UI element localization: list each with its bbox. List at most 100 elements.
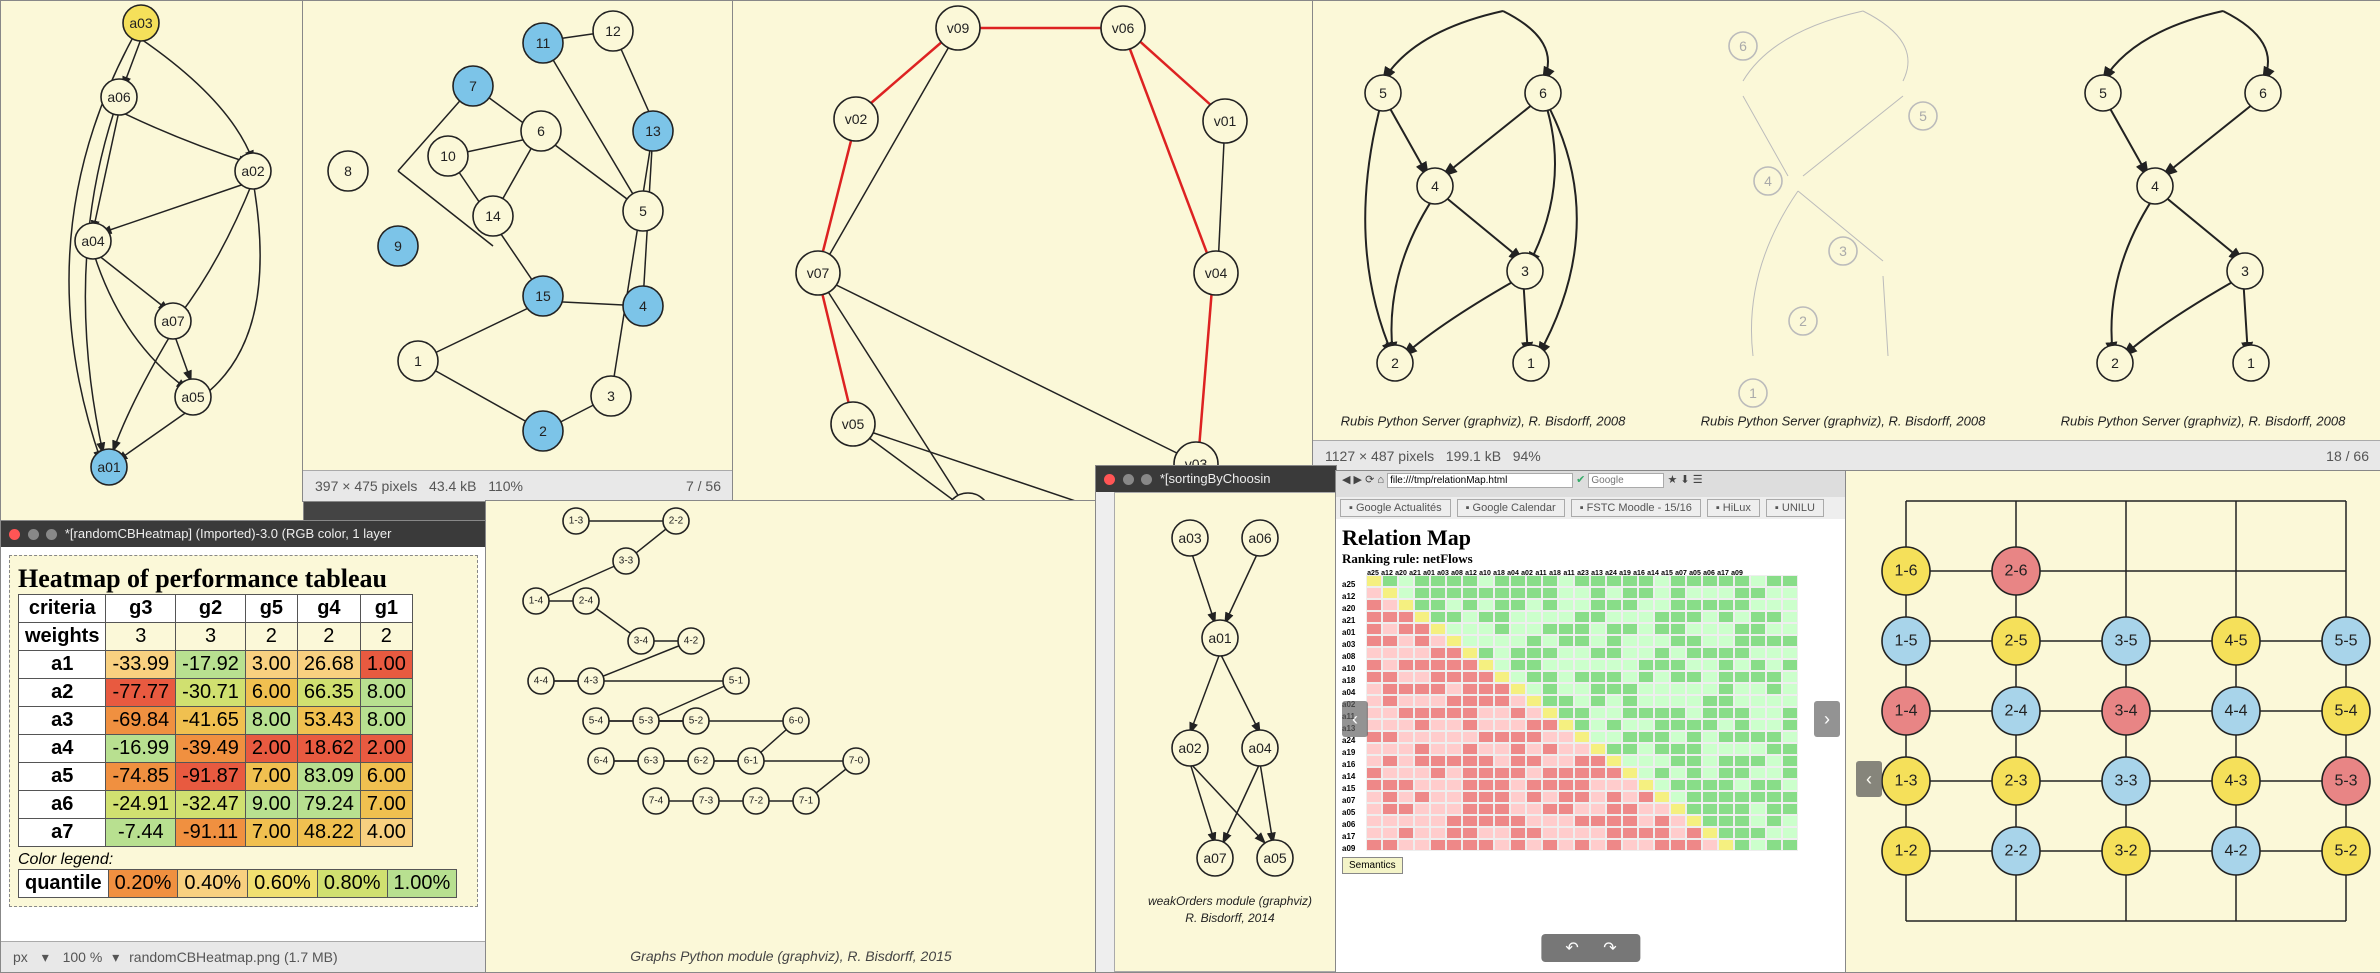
- status-size: 43.4 kB: [429, 478, 476, 494]
- svg-text:4-3: 4-3: [2224, 773, 2247, 790]
- svg-text:v07: v07: [807, 265, 830, 281]
- svg-text:a06: a06: [1248, 530, 1272, 546]
- svg-text:a07: a07: [1203, 850, 1227, 866]
- heatmap-title: Heatmap of performance tableau: [18, 564, 469, 594]
- svg-text:1: 1: [2247, 355, 2255, 371]
- svg-text:weakOrders module (graphviz): weakOrders module (graphviz): [1148, 894, 1312, 908]
- svg-text:6: 6: [1539, 85, 1547, 101]
- window-titlebar[interactable]: *[sortingByChoosin: [1096, 466, 1336, 492]
- panel-browser: ◀ ▶ ⟳ ⌂ ✔ ★ ⬇ ☰ ▪ Google Actualités▪ Goo…: [1335, 470, 1847, 973]
- svg-text:v01: v01: [1214, 113, 1237, 129]
- reload-icon[interactable]: ⟳: [1365, 474, 1374, 486]
- svg-text:a03: a03: [129, 15, 153, 31]
- search-input[interactable]: [1588, 473, 1664, 488]
- svg-text:4-2: 4-2: [2224, 843, 2247, 860]
- svg-text:2: 2: [1391, 355, 1399, 371]
- panel-color-graph: 1-21-31-41-51-62-22-32-42-52-63-23-33-43…: [1845, 470, 2380, 973]
- svg-text:2-4: 2-4: [579, 596, 594, 607]
- gimp-status: px ▾ 100 % ▾ randomCBHeatmap.png (1.7 MB…: [1, 941, 486, 972]
- svg-text:4: 4: [2151, 178, 2159, 194]
- svg-text:11: 11: [536, 35, 551, 51]
- svg-text:7: 7: [469, 78, 477, 94]
- svg-text:5-3: 5-3: [2334, 773, 2357, 790]
- bookmark-item[interactable]: ▪ Google Calendar: [1457, 499, 1565, 517]
- svg-text:2-6: 2-6: [2004, 563, 2027, 580]
- minimize-icon[interactable]: [28, 529, 39, 540]
- svg-text:v02: v02: [845, 111, 868, 127]
- svg-text:v06: v06: [1112, 20, 1135, 36]
- next-arrow[interactable]: ›: [1814, 701, 1840, 737]
- browser-toolbar[interactable]: ◀ ▶ ⟳ ⌂ ✔ ★ ⬇ ☰: [1336, 471, 1846, 497]
- svg-text:R. Bisdorff, 2014: R. Bisdorff, 2014: [1185, 911, 1275, 925]
- svg-text:a05: a05: [181, 389, 205, 405]
- url-input[interactable]: [1387, 473, 1573, 488]
- svg-text:5-3: 5-3: [639, 716, 654, 727]
- svg-text:a05: a05: [1263, 850, 1287, 866]
- back-icon[interactable]: ◀: [1342, 474, 1350, 486]
- bookmark-bar[interactable]: ▪ Google Actualités ▪ Google Calendar ▪ FS…: [1336, 497, 1846, 519]
- svg-text:1-3: 1-3: [1894, 773, 1917, 790]
- svg-text:a02: a02: [1178, 740, 1202, 756]
- minimize-icon[interactable]: [1123, 474, 1134, 485]
- maximize-icon[interactable]: [46, 529, 57, 540]
- close-icon[interactable]: [1104, 474, 1115, 485]
- svg-text:3-5: 3-5: [2114, 633, 2137, 650]
- ruler: [1096, 492, 1115, 972]
- svg-text:2-4: 2-4: [2004, 703, 2027, 720]
- svg-text:1: 1: [414, 353, 422, 369]
- menu-icon[interactable]: ☰: [1693, 474, 1703, 486]
- bookmark-item[interactable]: ▪ Google Actualités: [1340, 499, 1451, 517]
- prev-arrow[interactable]: ‹: [1856, 761, 1882, 797]
- panel-outranking-graph: a03 a06 a02 a04 a07 a05 a01: [0, 0, 304, 522]
- legend-label: Color legend:: [18, 851, 469, 869]
- bookmark-icon[interactable]: ★: [1667, 474, 1677, 486]
- svg-text:7-2: 7-2: [749, 796, 764, 807]
- rotate-left-icon[interactable]: ↶: [1565, 940, 1578, 957]
- svg-text:1-6: 1-6: [1894, 563, 1917, 580]
- svg-text:6-4: 6-4: [594, 756, 609, 767]
- maximize-icon[interactable]: [1141, 474, 1152, 485]
- svg-text:2: 2: [2111, 355, 2119, 371]
- relation-map-subtitle: Ranking rule: netFlows: [1342, 551, 1840, 567]
- bottom-nav[interactable]: ↶ ↷: [1541, 934, 1640, 962]
- quantile-legend: quantile0.20%0.40%0.60%0.80%1.00%: [18, 869, 457, 898]
- forward-icon[interactable]: ▶: [1354, 474, 1362, 486]
- svg-text:2: 2: [539, 423, 547, 439]
- svg-text:14: 14: [485, 208, 501, 224]
- heatmap-table: criteriag3g2g5g4g1weights33222a1-33.99-1…: [18, 594, 413, 847]
- rotate-right-icon[interactable]: ↷: [1603, 940, 1616, 957]
- svg-text:5-1: 5-1: [729, 676, 744, 687]
- svg-text:9: 9: [394, 238, 402, 254]
- panel-number-graph: 12 11 7 13 6 10 8 5 14 9 15 4 1 3 2 397 …: [302, 0, 734, 502]
- svg-text:7-0: 7-0: [849, 756, 864, 767]
- svg-text:4: 4: [639, 298, 647, 314]
- svg-text:a02: a02: [241, 163, 265, 179]
- window-titlebar[interactable]: *[randomCBHeatmap] (Imported)-3.0 (RGB c…: [1, 521, 486, 547]
- svg-text:7-3: 7-3: [699, 796, 714, 807]
- close-icon[interactable]: [9, 529, 20, 540]
- svg-text:5-4: 5-4: [589, 716, 604, 727]
- outranking-svg: a03 a06 a02 a04 a07 a05 a01: [1, 1, 303, 521]
- panel-weakorders: *[sortingByChoosin a03 a06 a01 a02 a04 a…: [1095, 465, 1337, 973]
- svg-text:1-4: 1-4: [1894, 703, 1917, 720]
- svg-text:Rubis Python Server (graphviz): Rubis Python Server (graphviz), R. Bisdo…: [1701, 414, 1986, 429]
- svg-text:1-3: 1-3: [569, 516, 584, 527]
- svg-text:a01: a01: [1208, 630, 1232, 646]
- svg-text:v05: v05: [842, 416, 865, 432]
- svg-text:1: 1: [1527, 355, 1535, 371]
- svg-text:5-5: 5-5: [2334, 633, 2357, 650]
- home-icon[interactable]: ⌂: [1377, 474, 1384, 486]
- svg-text:3: 3: [2241, 263, 2249, 279]
- svg-text:5-2: 5-2: [2334, 843, 2357, 860]
- bookmark-item[interactable]: ▪ FSTC Moodle - 15/16: [1571, 499, 1701, 517]
- svg-text:12: 12: [605, 23, 621, 39]
- download-icon[interactable]: ⬇: [1680, 474, 1689, 486]
- svg-text:3-3: 3-3: [2114, 773, 2137, 790]
- bookmark-item[interactable]: ▪ HiLux: [1707, 499, 1760, 517]
- status-bar: 397 × 475 pixels 43.4 kB 110% 7 / 56: [303, 470, 733, 501]
- bookmark-item[interactable]: ▪ UNILU: [1766, 499, 1824, 517]
- svg-text:8: 8: [344, 163, 352, 179]
- prev-arrow[interactable]: ‹: [1342, 701, 1368, 737]
- svg-text:4-2: 4-2: [684, 636, 699, 647]
- svg-text:2-2: 2-2: [669, 516, 684, 527]
